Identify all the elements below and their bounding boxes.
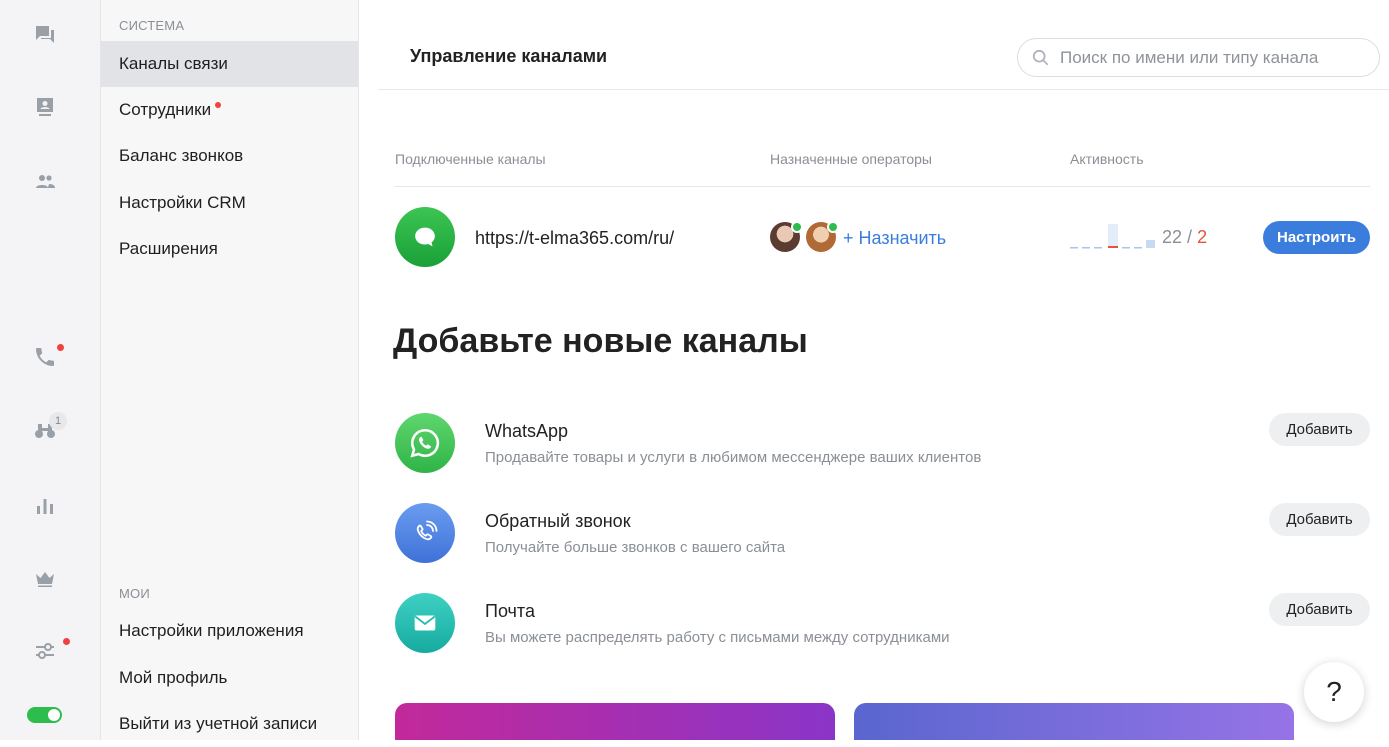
activity-count: 22 / 2 — [1162, 227, 1207, 248]
sidebar-item-app-settings[interactable]: Настройки приложения — [101, 608, 358, 654]
assign-operator-link[interactable]: + Назначить — [843, 228, 946, 249]
activity-count-alt: 2 — [1197, 227, 1208, 247]
employees-alert-dot — [215, 102, 222, 108]
sidebar-item-label: Настройки CRM — [119, 193, 246, 212]
channel-description: Продавайте товары и услуги в любимом мес… — [485, 449, 982, 466]
channel-url-link[interactable]: https://t-elma365.com/ru/ — [475, 228, 674, 249]
add-channel-mail: Почта Вы можете распределять работу с пи… — [395, 593, 1370, 653]
chat-widget-icon — [395, 207, 455, 267]
sidebar-item-call-balance[interactable]: Баланс звонков — [101, 133, 358, 179]
main-content: Управление каналами Подключенные каналы … — [378, 0, 1389, 740]
bar-chart-icon[interactable] — [28, 489, 62, 523]
sidebar-item-label: Мой профиль — [119, 668, 228, 687]
column-header-operators: Назначенные операторы — [770, 151, 932, 167]
sidebar-item-label: Настройки приложения — [119, 621, 304, 640]
add-channel-callback: Обратный звонок Получайте больше звонков… — [395, 503, 1370, 563]
settings-sidebar: СИСТЕМА Каналы связи Сотрудники Баланс з… — [101, 0, 359, 740]
callback-phone-icon — [395, 503, 455, 563]
sidebar-item-logout[interactable]: Выйти из учетной записи — [101, 701, 358, 747]
page-title: Управление каналами — [410, 46, 608, 66]
add-whatsapp-button[interactable]: Добавить — [1269, 413, 1370, 446]
sidebar-item-employees[interactable]: Сотрудники — [101, 87, 358, 133]
sidebar-section-system: СИСТЕМА — [119, 18, 185, 33]
mail-icon — [395, 593, 455, 653]
activity-sparkline — [1070, 224, 1155, 249]
sidebar-item-label: Выйти из учетной записи — [119, 714, 318, 733]
sidebar-item-label: Сотрудники — [119, 100, 212, 119]
channel-name: Почта — [485, 601, 535, 621]
channel-name: WhatsApp — [485, 421, 569, 441]
sidebar-item-my-profile[interactable]: Мой профиль — [101, 655, 358, 701]
sidebar-item-channels[interactable]: Каналы связи — [101, 41, 358, 87]
configure-button[interactable]: Настроить — [1263, 221, 1370, 254]
sidebar-item-label: Баланс звонков — [119, 146, 244, 165]
binoculars-count-badge: 1 — [49, 412, 67, 430]
status-toggle[interactable] — [27, 707, 62, 723]
add-mail-button[interactable]: Добавить — [1269, 593, 1370, 626]
channel-description: Получайте больше звонков с вашего сайта — [485, 539, 786, 556]
search-icon — [1032, 49, 1049, 65]
people-icon[interactable] — [28, 165, 62, 199]
crown-icon[interactable] — [28, 562, 62, 596]
help-button[interactable]: ? — [1304, 662, 1364, 722]
icon-rail: 1 — [0, 0, 101, 740]
chat-icon[interactable] — [28, 18, 62, 52]
promo-card[interactable] — [854, 703, 1294, 740]
operator-avatar[interactable] — [770, 221, 803, 252]
online-indicator — [791, 221, 803, 233]
add-channels-title: Добавьте новые каналы — [393, 322, 808, 360]
add-channel-whatsapp: WhatsApp Продавайте товары и услуги в лю… — [395, 413, 1370, 473]
activity-count-main: 22 — [1162, 227, 1183, 247]
table-divider — [395, 186, 1370, 187]
column-header-channels: Подключенные каналы — [395, 151, 546, 167]
operator-avatar[interactable] — [806, 221, 839, 252]
column-header-activity: Активность — [1070, 151, 1144, 167]
settings-alert-dot — [63, 638, 70, 645]
phone-alert-dot — [57, 344, 64, 351]
sidebar-item-label: Каналы связи — [119, 54, 228, 73]
contact-card-icon[interactable] — [28, 90, 62, 124]
channel-name: Обратный звонок — [485, 511, 631, 531]
sliders-icon[interactable] — [28, 634, 62, 668]
search-input[interactable] — [1060, 47, 1360, 68]
sidebar-item-crm-settings[interactable]: Настройки CRM — [101, 180, 358, 226]
add-callback-button[interactable]: Добавить — [1269, 503, 1370, 536]
sidebar-item-label: Расширения — [119, 239, 218, 258]
sidebar-section-mine: МОИ — [119, 586, 150, 601]
activity-count-separator: / — [1187, 227, 1193, 247]
whatsapp-icon — [395, 413, 455, 473]
header-divider — [378, 89, 1389, 90]
sidebar-item-extensions[interactable]: Расширения — [101, 226, 358, 272]
online-indicator — [827, 221, 839, 233]
promo-card[interactable] — [395, 703, 835, 740]
channel-description: Вы можете распределять работу с письмами… — [485, 629, 950, 646]
search-box[interactable] — [1017, 38, 1380, 77]
